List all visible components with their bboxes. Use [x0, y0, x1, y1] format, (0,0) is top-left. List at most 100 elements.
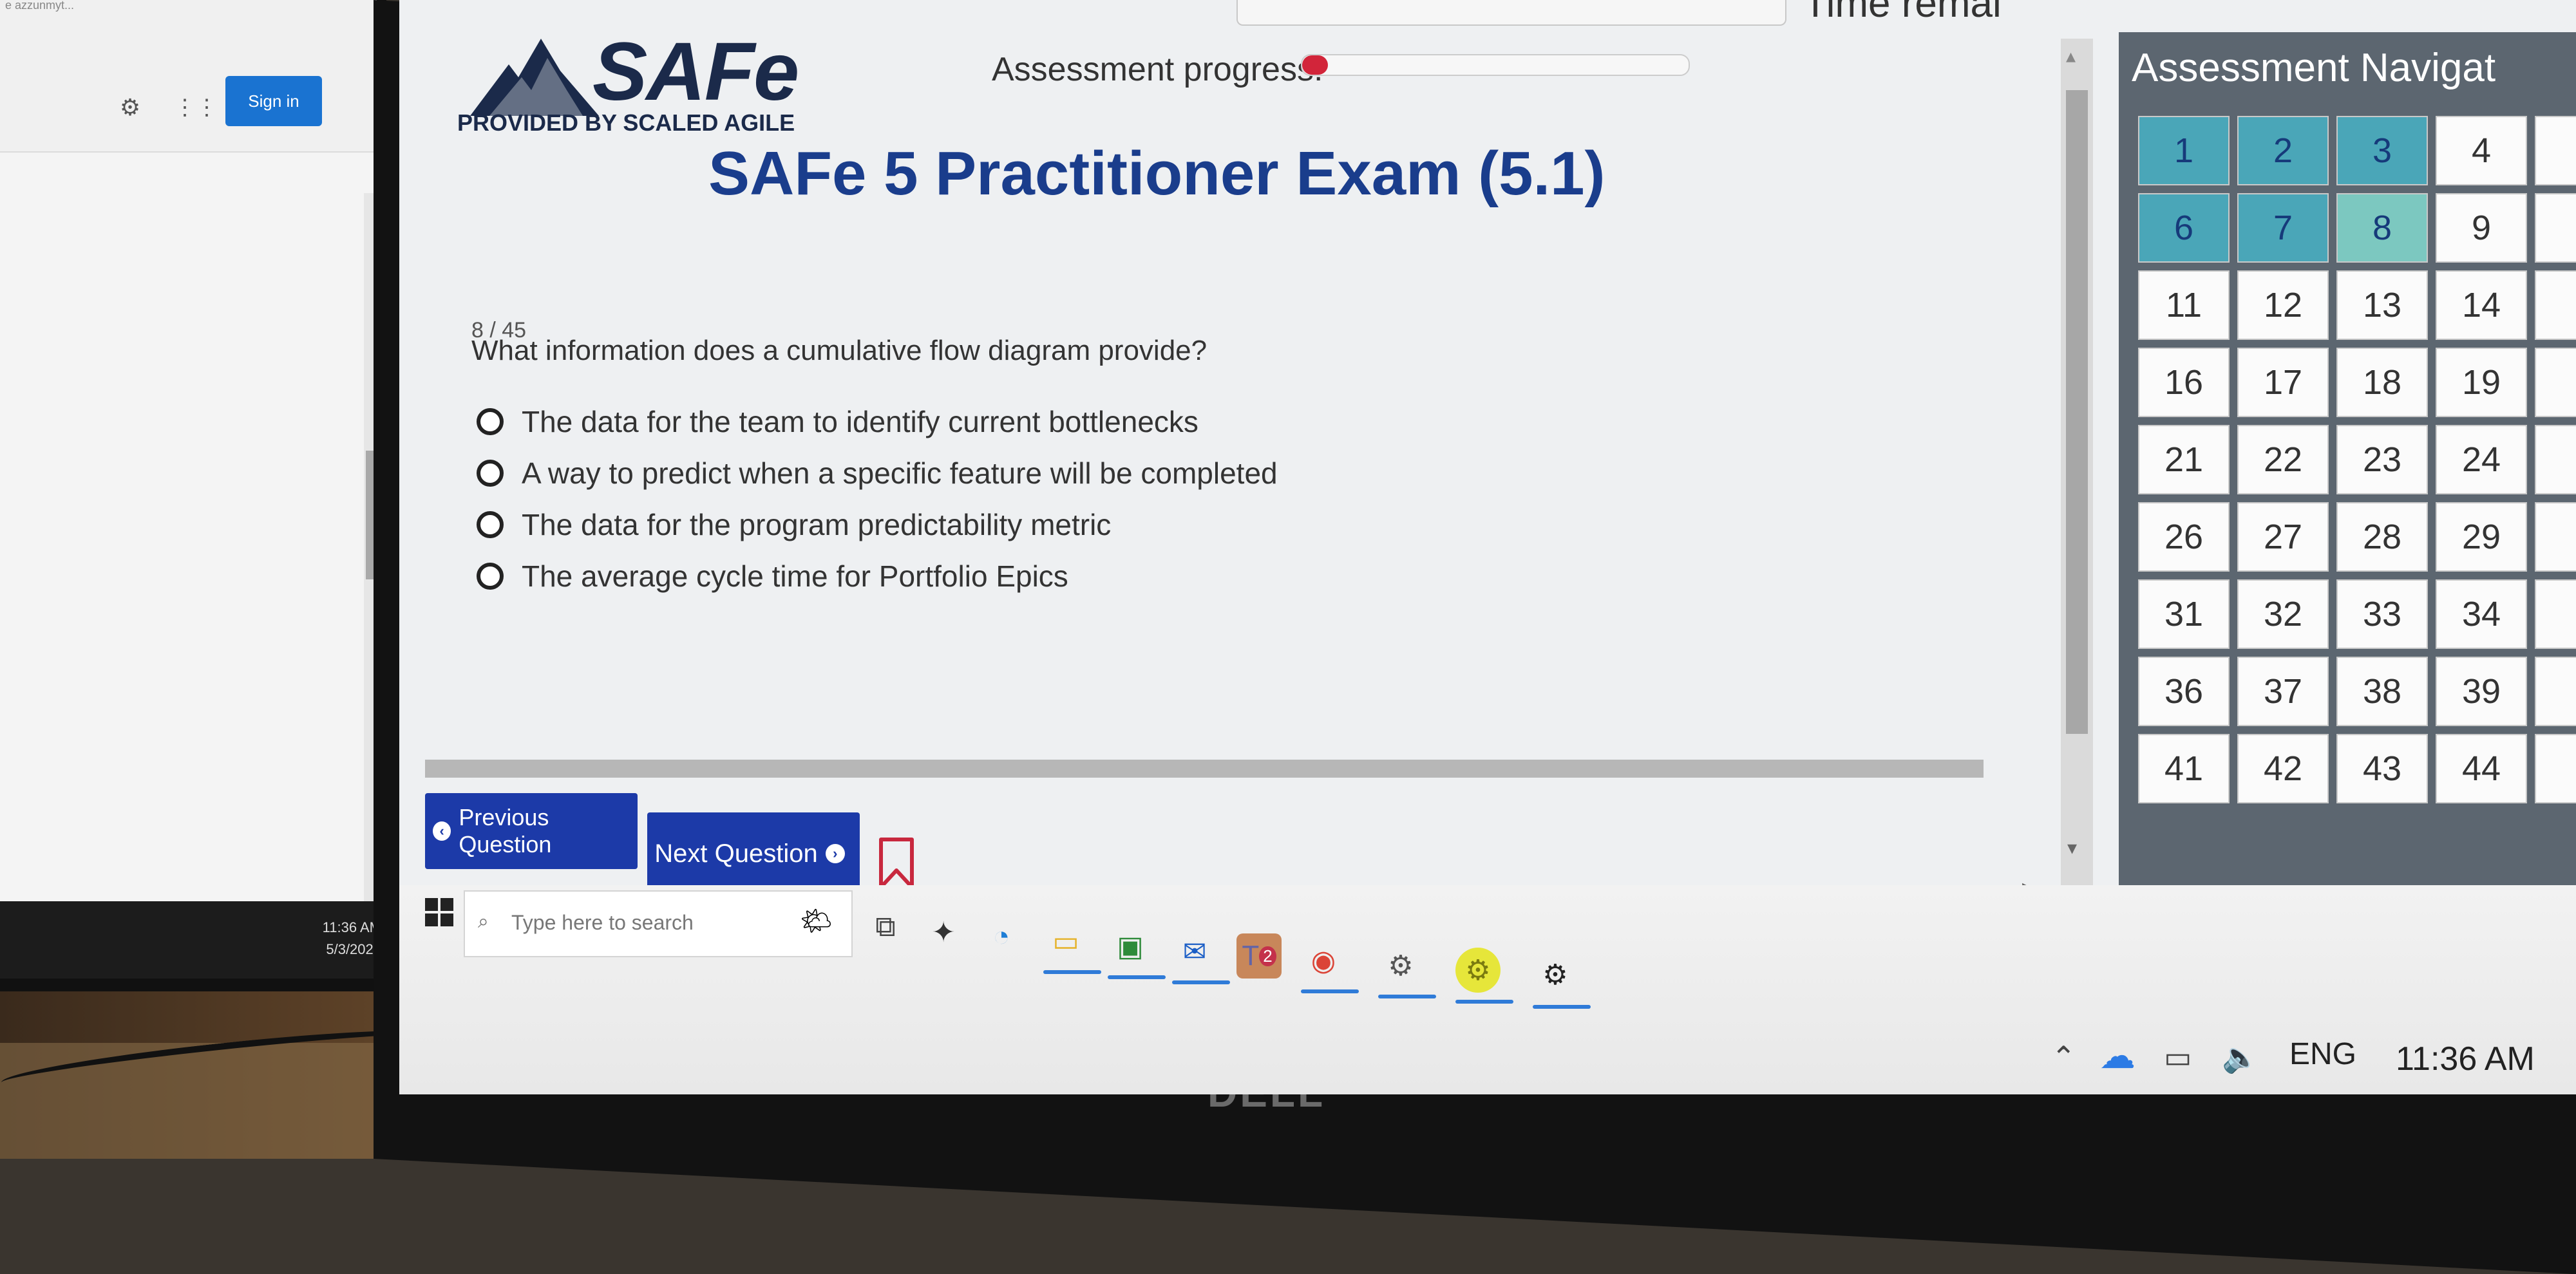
navigator-cell[interactable]: 9: [2436, 193, 2527, 263]
navigator-cell[interactable]: 26: [2138, 502, 2230, 572]
navigator-cell[interactable]: 2: [2237, 116, 2329, 185]
navigator-cell[interactable]: 28: [2336, 502, 2428, 572]
network-icon[interactable]: ▭: [2164, 1040, 2192, 1074]
vertical-scroll-thumb[interactable]: [2066, 90, 2088, 734]
navigator-cell[interactable]: 23: [2336, 425, 2428, 494]
navigator-cell[interactable]: [2535, 348, 2576, 417]
chrome-icon[interactable]: ◉: [1301, 938, 1346, 983]
navigator-cell[interactable]: 44: [2436, 734, 2527, 803]
answer-option-2[interactable]: A way to predict when a specific feature…: [477, 454, 1278, 492]
navigator-cell[interactable]: 14: [2436, 270, 2527, 340]
navigator-cell[interactable]: 13: [2336, 270, 2428, 340]
navigator-cell[interactable]: 24: [2436, 425, 2527, 494]
answer-text: The data for the program predictability …: [522, 508, 1112, 541]
apps-grid-icon[interactable]: ⋮⋮: [174, 95, 218, 120]
horizontal-scrollbar[interactable]: [425, 760, 1984, 778]
outlook-icon[interactable]: ✉: [1172, 929, 1217, 974]
time-remaining-field: [1236, 0, 1786, 26]
navigator-cell[interactable]: [2535, 270, 2576, 340]
scroll-down-arrow-icon[interactable]: ▾: [2067, 837, 2077, 859]
navigator-cell[interactable]: 29: [2436, 502, 2527, 572]
navigator-cell[interactable]: 22: [2237, 425, 2329, 494]
radio-button[interactable]: [477, 460, 504, 487]
onedrive-cloud-icon[interactable]: ☁: [2099, 1035, 2136, 1077]
navigator-cell[interactable]: [2535, 193, 2576, 263]
answer-option-4[interactable]: The average cycle time for Portfolio Epi…: [477, 557, 1068, 595]
edge-icon[interactable]: ◔: [979, 914, 1024, 959]
navigator-cell[interactable]: 4: [2436, 116, 2527, 185]
navigator-cell[interactable]: 18: [2336, 348, 2428, 417]
navigator-cell[interactable]: 27: [2237, 502, 2329, 572]
arrow-right-circle-icon: ›: [825, 844, 845, 863]
sign-in-button[interactable]: Sign in: [225, 76, 322, 126]
navigator-cell[interactable]: 43: [2336, 734, 2428, 803]
arrow-left-circle-icon: ‹: [433, 821, 451, 841]
navigator-cell[interactable]: 36: [2138, 657, 2230, 726]
search-icon: ⌕: [478, 911, 489, 932]
left-browser-window: e azzunmyt... ⚙ ⋮⋮ Sign in: [0, 0, 377, 927]
previous-question-button[interactable]: ‹ Previous Question: [425, 793, 638, 869]
navigator-cell[interactable]: 16: [2138, 348, 2230, 417]
mountain-logo-icon: [470, 39, 599, 116]
navigator-cell[interactable]: 8: [2336, 193, 2428, 263]
navigator-cell[interactable]: [2535, 734, 2576, 803]
windows-start-icon[interactable]: [425, 898, 453, 926]
navigator-cell[interactable]: 12: [2237, 270, 2329, 340]
navigator-cell[interactable]: [2535, 116, 2576, 185]
navigator-cell[interactable]: 7: [2237, 193, 2329, 263]
navigator-cell[interactable]: 21: [2138, 425, 2230, 494]
settings-icon[interactable]: ⚙: [1533, 952, 1578, 997]
navigator-cell[interactable]: 39: [2436, 657, 2527, 726]
navigator-cell[interactable]: 41: [2138, 734, 2230, 803]
navigator-cell[interactable]: 34: [2436, 579, 2527, 649]
navigator-cell[interactable]: 33: [2336, 579, 2428, 649]
volume-icon[interactable]: 🔈: [2222, 1040, 2259, 1075]
language-indicator[interactable]: ENG: [2289, 1036, 2356, 1072]
settings-app-icon[interactable]: ⚙: [1378, 943, 1423, 988]
left-taskbar: [0, 901, 386, 979]
navigator-cell[interactable]: 31: [2138, 579, 2230, 649]
radio-button[interactable]: [477, 511, 504, 538]
search-highlight-icon: 🌤: [800, 907, 833, 935]
active-indicator: [1533, 1005, 1591, 1009]
clock-time[interactable]: 11:36 AM: [2396, 1040, 2535, 1078]
exam-title: SAFe 5 Practitioner Exam (5.1): [708, 139, 1605, 208]
radio-button[interactable]: [477, 563, 504, 590]
answer-option-1[interactable]: The data for the team to identify curren…: [477, 402, 1198, 441]
radio-button[interactable]: [477, 408, 504, 435]
answer-option-3[interactable]: The data for the program predictability …: [477, 505, 1111, 544]
navigator-cell[interactable]: 3: [2336, 116, 2428, 185]
navigator-cell[interactable]: 6: [2138, 193, 2230, 263]
next-question-button[interactable]: Next Question ›: [647, 812, 860, 895]
navigator-cell[interactable]: [2535, 502, 2576, 572]
logo-subtitle: PROVIDED BY SCALED AGILE: [457, 109, 795, 136]
bookmark-icon[interactable]: [877, 837, 916, 891]
teams-icon[interactable]: T 2: [1236, 933, 1282, 979]
navigator-title: Assessment Navigat: [2132, 46, 2496, 90]
time-remaining-label: Time remai: [1803, 0, 2002, 26]
gear-icon[interactable]: ⚙: [118, 95, 142, 120]
navigator-cell[interactable]: [2535, 425, 2576, 494]
gear-app-icon[interactable]: ⚙: [1455, 948, 1501, 993]
navigator-cell[interactable]: [2535, 579, 2576, 649]
file-explorer-icon[interactable]: ▭: [1043, 919, 1088, 964]
image-viewer-icon[interactable]: ▣: [1108, 924, 1153, 969]
navigator-cell[interactable]: 19: [2436, 348, 2527, 417]
active-indicator: [1378, 995, 1436, 998]
navigator-cell[interactable]: 1: [2138, 116, 2230, 185]
chevron-up-icon[interactable]: ⌃: [2051, 1040, 2076, 1074]
navigator-cell[interactable]: 37: [2237, 657, 2329, 726]
navigator-cell[interactable]: 17: [2237, 348, 2329, 417]
scroll-up-arrow-icon[interactable]: ▴: [2066, 45, 2076, 68]
teams-letter: T: [1242, 940, 1260, 971]
left-tab-label[interactable]: e azzunmyt...: [5, 0, 74, 12]
bird-app-icon[interactable]: ✦: [921, 910, 966, 955]
progress-bar: [1301, 54, 1690, 76]
navigator-cell[interactable]: 42: [2237, 734, 2329, 803]
navigator-cell[interactable]: [2535, 657, 2576, 726]
taskbar-search-box[interactable]: ⌕ Type here to search 🌤: [464, 890, 853, 957]
navigator-cell[interactable]: 32: [2237, 579, 2329, 649]
task-view-icon[interactable]: ⧉: [863, 904, 908, 950]
navigator-cell[interactable]: 38: [2336, 657, 2428, 726]
navigator-cell[interactable]: 11: [2138, 270, 2230, 340]
